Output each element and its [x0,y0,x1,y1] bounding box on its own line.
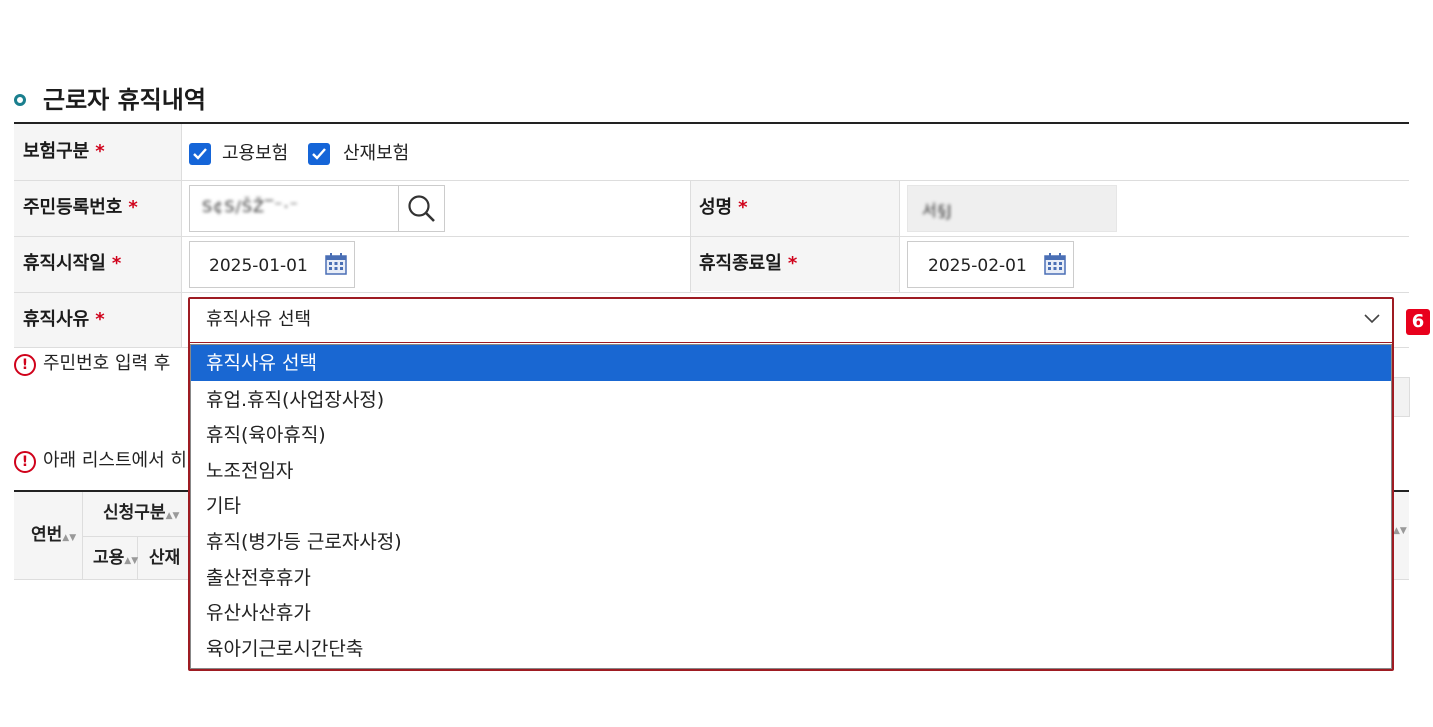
chevron-down-icon [1364,314,1380,324]
sort-icon: ▲▼ [165,511,180,521]
col-divider [181,124,182,347]
dropdown-option[interactable]: 유산사산휴가 [191,595,1391,631]
section-bullet-icon [14,94,26,106]
leave-reason-label: 휴직사유 * [23,309,105,330]
resident-number-value: S¢S/ŠŽ‾⁻·⁻ [202,197,299,216]
notice-text: 주민번호 입력 후 [43,353,171,374]
employment-insurance-label: 고용보험 [222,143,289,164]
hidden-button-edge [1392,377,1410,417]
leave-reason-select[interactable]: 휴직사유 선택 [190,299,1392,343]
dropdown-option[interactable]: 휴직(병가등 근로자사정) [191,524,1391,560]
industrial-insurance-checkbox[interactable] [308,143,330,165]
leave-end-label: 휴직종료일 * [699,253,798,274]
name-label: 성명 * [699,197,748,218]
search-button[interactable] [398,185,445,232]
resident-number-input[interactable]: S¢S/ŠŽ‾⁻·⁻ [189,185,399,232]
row-divider [82,536,190,537]
col-divider [899,181,900,292]
leave-reason-selected-value: 휴직사유 선택 [206,309,312,330]
dropdown-option[interactable]: 육아기근로시간단축 [191,631,1391,667]
grid-header-no[interactable]: 연번▲▼ [31,524,76,546]
col-divider [690,181,691,292]
check-icon [312,148,326,160]
dropdown-option[interactable]: 노조전임자 [191,453,1391,489]
leave-reason-dropdown: 휴직사유 선택 휴업.휴직(사업장사정) 휴직(육아휴직) 노조전임자 기타 휴… [190,344,1392,669]
sort-icon: ▲▼ [124,556,139,566]
grid-header-employment[interactable]: 고용▲▼ [93,547,138,569]
grid-header-apply-type[interactable]: 신청구분▲▼ [103,502,179,524]
leave-end-date-input[interactable]: 2025-02-01 [907,241,1074,288]
row-divider [14,292,1409,293]
leave-end-value: 2025-02-01 [928,256,1027,276]
leave-start-label: 휴직시작일 * [23,253,122,274]
dropdown-option[interactable]: 휴업.휴직(사업장사정) [191,382,1391,418]
dropdown-option[interactable]: 휴직(육아휴직) [191,417,1391,453]
warning-icon: ! [14,354,36,376]
resident-number-label: 주민등록번호 * [23,197,138,218]
dropdown-option[interactable]: 출산전후휴가 [191,560,1391,596]
name-input: 서§J [907,185,1117,232]
leave-start-value: 2025-01-01 [209,256,308,276]
grid-header-industrial[interactable]: 산재 [149,547,189,569]
row-divider [14,180,1409,181]
calendar-icon[interactable] [1044,253,1066,275]
sort-icon[interactable]: ▲▼ [1393,527,1407,536]
sort-icon: ▲▼ [62,533,77,543]
dropdown-option[interactable]: 기타 [191,488,1391,524]
step-badge: 6 [1406,309,1430,335]
calendar-icon[interactable] [325,253,347,275]
notice-text: 아래 리스트에서 히 [43,450,187,471]
section-title: 근로자 휴직내역 [43,86,206,114]
employment-insurance-checkbox[interactable] [189,143,211,165]
insurance-type-label: 보험구분 * [23,141,105,162]
dropdown-option[interactable]: 휴직사유 선택 [191,345,1391,381]
industrial-insurance-label: 산재보험 [343,143,410,164]
table-top-border [14,122,1409,124]
check-icon [193,148,207,160]
search-icon [408,195,435,222]
name-value: 서§J [922,201,953,220]
warning-icon: ! [14,451,36,473]
row-divider [14,236,1409,237]
leave-start-date-input[interactable]: 2025-01-01 [189,241,355,288]
